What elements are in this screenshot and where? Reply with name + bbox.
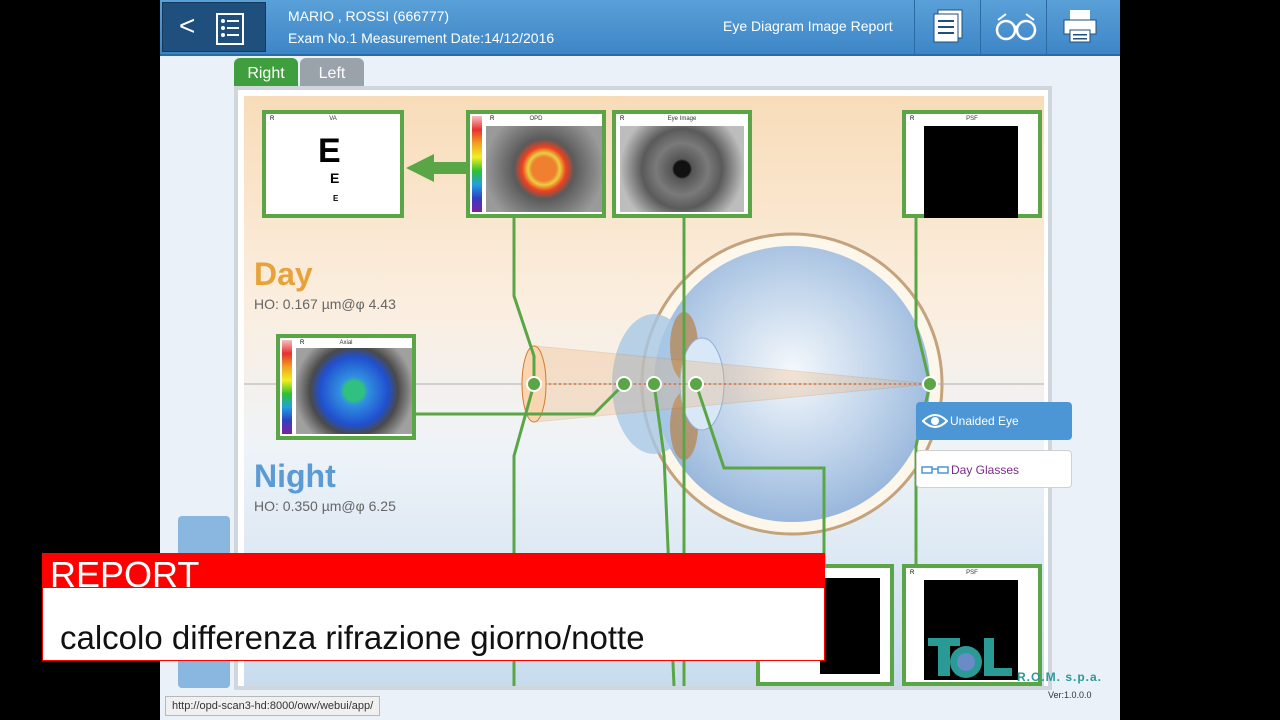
- exam-line: Exam No.1 Measurement Date:14/12/2016: [288, 30, 555, 46]
- eye-icon: [922, 414, 948, 428]
- patient-list-icon: [216, 13, 244, 45]
- back-button[interactable]: <: [162, 2, 266, 52]
- eye-photo: [620, 126, 744, 212]
- eye-image-thumbnail[interactable]: R Eye Image: [612, 110, 752, 218]
- va-thumbnail[interactable]: R VA E E E: [262, 110, 404, 218]
- opd-map-image: [486, 126, 602, 212]
- tab-right[interactable]: Right: [234, 58, 298, 86]
- glasses-button[interactable]: [980, 0, 1047, 54]
- opd-thumbnail[interactable]: R OPD: [466, 110, 606, 218]
- day-label: Day: [254, 256, 313, 292]
- day-ho-value: HO: 0.167 µm@φ 4.43: [254, 296, 396, 312]
- report-stack-button[interactable]: [914, 0, 981, 54]
- night-label: Night: [254, 458, 336, 494]
- va-letter-medium: E: [330, 170, 340, 186]
- patient-info: MARIO , ROSSI (666777) Exam No.1 Measure…: [288, 5, 554, 49]
- va-title: VA: [329, 116, 337, 122]
- night-ho-value: HO: 0.350 µm@φ 6.25: [254, 498, 396, 514]
- report-stack-icon: [933, 9, 963, 43]
- brand-name: R.O.M. s.p.a.: [1017, 670, 1103, 684]
- night-eye-image: [820, 578, 880, 674]
- report-title: Eye Diagram Image Report: [723, 18, 893, 34]
- glasses-small-icon: [921, 466, 949, 474]
- version-label: Ver:1.0.0.0: [1048, 690, 1092, 700]
- psf-top-title: PSF: [966, 116, 978, 122]
- opd-title: OPD: [529, 116, 543, 122]
- report-subtitle-box: calcolo differenza rifrazione giorno/not…: [42, 587, 825, 661]
- report-banner: REPORT: [42, 553, 825, 595]
- status-url: http://opd-scan3-hd:8000/owv/webui/app/: [165, 696, 381, 716]
- psf-top-thumbnail[interactable]: R PSF: [902, 110, 1042, 218]
- axial-thumbnail[interactable]: R Axial: [276, 334, 416, 440]
- psf-bottom-title: PSF: [966, 570, 978, 576]
- print-button[interactable]: [1046, 0, 1113, 54]
- report-banner-subtitle: calcolo differenza rifrazione giorno/not…: [60, 619, 645, 656]
- day-glasses-label: Day Glasses: [951, 463, 1020, 477]
- back-icon: <: [179, 10, 196, 41]
- rom-logo-icon: [928, 638, 1012, 678]
- eye-image-title: Eye Image: [667, 116, 697, 122]
- top-bar: < MARIO , ROSSI (666777) Exam No.1 Measu…: [160, 0, 1120, 56]
- unaided-eye-label: Unaided Eye: [950, 414, 1019, 428]
- psf-top-image: [924, 126, 1018, 218]
- va-letter-large: E: [318, 132, 341, 170]
- day-glasses-button[interactable]: Day Glasses: [916, 450, 1072, 488]
- axial-color-scale: [282, 340, 292, 434]
- glasses-icon: [995, 13, 1037, 41]
- va-letter-small: E: [333, 194, 339, 203]
- axial-title: Axial: [339, 340, 353, 346]
- unaided-eye-button[interactable]: Unaided Eye: [916, 402, 1072, 440]
- opd-color-scale: [472, 116, 482, 212]
- axial-map-image: [296, 348, 412, 434]
- tab-left[interactable]: Left: [300, 58, 364, 86]
- print-icon: [1063, 10, 1097, 43]
- patient-name: MARIO , ROSSI (666777): [288, 8, 450, 24]
